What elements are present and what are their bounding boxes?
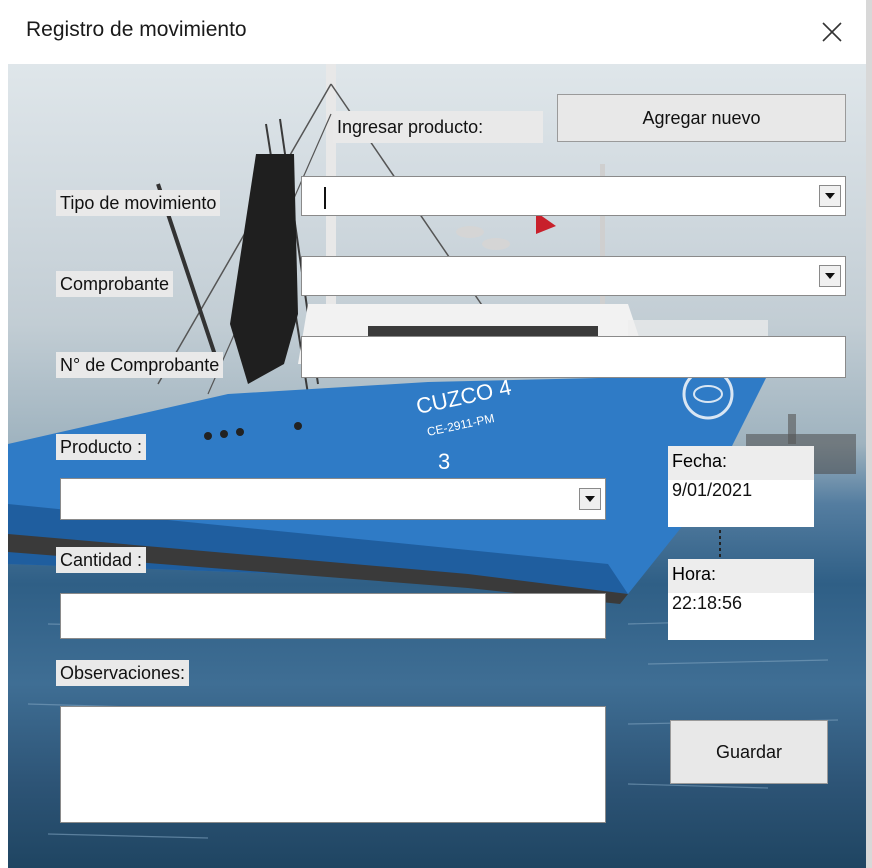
window: Registro de movimiento CUZCO 4 CE-2911-P… [0, 0, 872, 868]
producto-label: Producto : [56, 434, 147, 460]
dropdown-arrow-icon[interactable] [819, 265, 841, 287]
guardar-button[interactable]: Guardar [670, 720, 828, 784]
hora-label: Hora: [668, 559, 814, 593]
title-bar: Registro de movimiento [0, 0, 872, 64]
hora-value: 22:18:56 [672, 593, 743, 613]
dropdown-arrow-icon[interactable] [819, 185, 841, 207]
window-title: Registro de movimiento [26, 18, 247, 41]
cantidad-input[interactable] [60, 593, 606, 639]
close-icon[interactable] [814, 14, 850, 50]
nro-comprobante-input[interactable] [301, 336, 846, 378]
agregar-nuevo-button[interactable]: Agregar nuevo [557, 94, 846, 142]
hull-number-text: 3 [438, 449, 450, 474]
comprobante-select[interactable] [301, 256, 846, 296]
hora-box: Hora: 22:18:56 [668, 559, 814, 640]
comprobante-label: Comprobante [56, 271, 174, 297]
observaciones-textarea[interactable] [60, 706, 606, 823]
fecha-label: Fecha: [668, 446, 814, 480]
cantidad-label: Cantidad : [56, 547, 147, 573]
form-area: CUZCO 4 CE-2911-PM 3 Ingresar producto: … [8, 64, 866, 868]
fecha-box: Fecha: 9/01/2021 [668, 446, 814, 527]
tipo-movimiento-label: Tipo de movimiento [56, 190, 221, 216]
tipo-movimiento-select[interactable] [301, 176, 846, 216]
producto-select[interactable] [60, 478, 606, 520]
window-edge [866, 0, 872, 868]
text-cursor [324, 187, 326, 209]
observaciones-label: Observaciones: [56, 660, 190, 686]
dropdown-arrow-icon[interactable] [579, 488, 601, 510]
ingresar-producto-label: Ingresar producto: [333, 111, 543, 143]
nro-comprobante-label: N° de Comprobante [56, 352, 224, 378]
fecha-value: 9/01/2021 [672, 480, 753, 500]
